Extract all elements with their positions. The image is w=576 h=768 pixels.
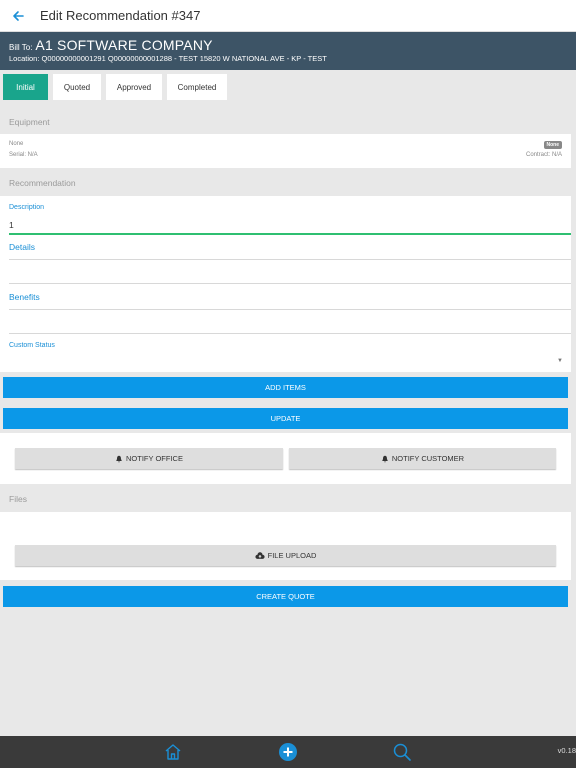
bill-to-label: Bill To:: [9, 43, 33, 52]
details-underline: [9, 283, 571, 284]
create-quote-button[interactable]: CREATE QUOTE: [3, 586, 568, 607]
arrow-left-icon: [13, 10, 24, 21]
status-badge: None: [543, 141, 562, 149]
back-button[interactable]: [0, 0, 36, 32]
page-title: Edit Recommendation #347: [40, 8, 201, 23]
tab-quoted[interactable]: Quoted: [53, 74, 101, 100]
bottom-nav: v0.18: [0, 736, 576, 768]
company-name: A1 SOFTWARE COMPANY: [35, 37, 213, 53]
equipment-header: Equipment: [9, 117, 50, 127]
bell-icon: [116, 455, 122, 462]
tab-completed[interactable]: Completed: [167, 74, 227, 100]
equipment-card[interactable]: None Serial: N/A None Contract: N/A: [0, 134, 571, 168]
bill-to-banner: Bill To: A1 SOFTWARE COMPANY Location: Q…: [0, 32, 576, 70]
tab-initial[interactable]: Initial: [3, 74, 48, 100]
bell-icon: [382, 455, 388, 462]
equipment-contract: Contract: N/A: [525, 152, 562, 158]
caret-down-icon: ▼: [557, 358, 563, 364]
add-circle-icon: [279, 743, 297, 761]
file-upload-button[interactable]: FILE UPLOAD: [15, 545, 556, 566]
add-button[interactable]: [277, 741, 299, 763]
benefits-label: Benefits: [9, 292, 40, 302]
notify-office-button[interactable]: NOTIFY OFFICE: [15, 448, 283, 469]
benefits-top-line: [9, 309, 571, 310]
file-upload-label: FILE UPLOAD: [267, 551, 317, 560]
search-button[interactable]: [391, 741, 413, 763]
update-button[interactable]: UPDATE: [3, 408, 568, 429]
cloud-upload-icon: [255, 551, 265, 559]
details-label: Details: [9, 242, 35, 252]
benefits-underline: [9, 333, 571, 334]
add-items-button[interactable]: ADD ITEMS: [3, 377, 568, 398]
description-underline: [9, 233, 571, 235]
location-text: Location: Q00000000001291 Q0000000000128…: [9, 54, 327, 63]
custom-status-label: Custom Status: [9, 342, 55, 349]
home-icon: [165, 744, 181, 760]
details-input[interactable]: [9, 258, 571, 282]
description-label: Description: [9, 204, 45, 211]
version-label: v0.18: [557, 746, 576, 755]
status-tabs: Initial Quoted Approved Completed: [3, 74, 227, 100]
tab-approved[interactable]: Approved: [106, 74, 162, 100]
equipment-name: None: [9, 141, 24, 147]
recommendation-form: Description 1 Details Benefits Custom St…: [0, 196, 571, 372]
recommendation-header: Recommendation: [9, 178, 76, 188]
notify-customer-button[interactable]: NOTIFY CUSTOMER: [289, 448, 556, 469]
files-header: Files: [9, 494, 27, 504]
equipment-serial: Serial: N/A: [9, 152, 38, 158]
benefits-input[interactable]: [9, 309, 571, 333]
notify-office-label: NOTIFY OFFICE: [126, 454, 183, 463]
home-button[interactable]: [162, 741, 184, 763]
custom-status-select[interactable]: [9, 352, 571, 368]
details-top-line: [9, 259, 571, 260]
app-header: Edit Recommendation #347: [0, 0, 576, 32]
description-input[interactable]: 1: [9, 220, 14, 230]
search-icon: [393, 743, 411, 761]
notify-customer-label: NOTIFY CUSTOMER: [391, 454, 465, 463]
